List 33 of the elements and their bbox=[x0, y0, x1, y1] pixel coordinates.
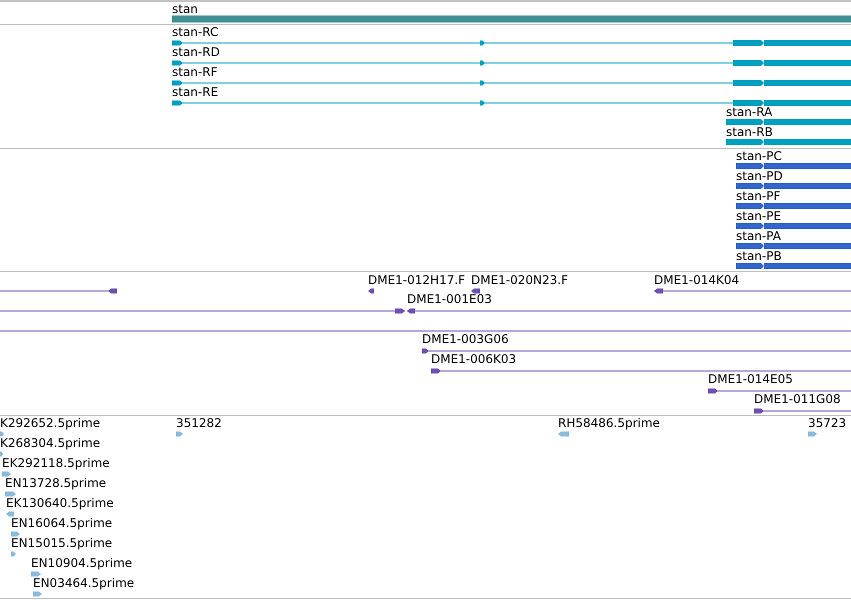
feature-label: stan-PB bbox=[736, 249, 782, 263]
feature-label: 35723 bbox=[808, 416, 846, 430]
feature-label: stan-RF bbox=[172, 65, 218, 79]
feature-label: EK292118.5prime bbox=[2, 456, 110, 470]
feature-label: DME1-006K03 bbox=[431, 352, 516, 366]
feature-label: DME1-003G06 bbox=[422, 332, 509, 346]
feature-label: stan-RC bbox=[172, 25, 218, 39]
feature-label: stan bbox=[172, 2, 198, 16]
feature-label: stan-PD bbox=[736, 169, 783, 183]
feature-label: RH58486.5prime bbox=[558, 416, 660, 430]
feature-label: K268304.5prime bbox=[0, 436, 100, 450]
feature-label: DME1-014K04 bbox=[654, 273, 740, 287]
feature-label: DME1-001E03 bbox=[407, 292, 492, 306]
feature-label: EN16064.5prime bbox=[11, 516, 112, 530]
feature-label: EK130640.5prime bbox=[6, 496, 114, 510]
feature-label: EN10904.5prime bbox=[31, 556, 132, 570]
feature-label: stan-RD bbox=[172, 45, 220, 59]
feature-label: K292652.5prime bbox=[0, 416, 100, 430]
feature-label: EN13728.5prime bbox=[5, 476, 106, 490]
feature-label: stan-PE bbox=[736, 209, 782, 223]
feature-label: stan-RE bbox=[172, 85, 218, 99]
feature-label: DME1-020N23.F bbox=[471, 273, 568, 287]
feature-label: 351282 bbox=[176, 416, 222, 430]
feature-label: DME1-011G08 bbox=[754, 392, 841, 406]
feature-label: stan-PA bbox=[736, 229, 781, 243]
feature-label: stan-RA bbox=[726, 105, 772, 119]
feature-label: stan-RB bbox=[726, 125, 773, 139]
feature-label: stan-PF bbox=[736, 189, 780, 203]
feature-label: EN03464.5prime bbox=[33, 576, 134, 590]
feature-label: stan-PC bbox=[736, 149, 782, 163]
feature-label: DME1-012H17.F bbox=[368, 273, 466, 287]
feature-label: DME1-014E05 bbox=[708, 372, 793, 386]
feature-label: EN15015.5prime bbox=[11, 536, 112, 550]
